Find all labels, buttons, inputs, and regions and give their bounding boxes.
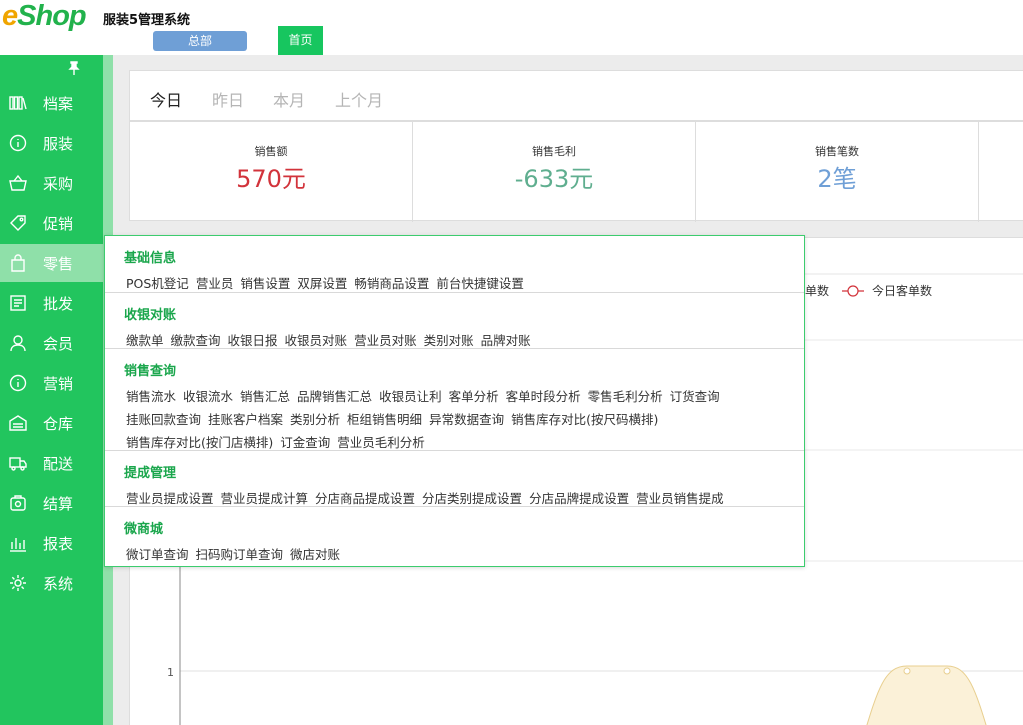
sidebar-item-label: 营销 xyxy=(43,375,74,393)
menu-item[interactable]: 微订单查询 xyxy=(126,543,189,566)
sidebar-item[interactable]: 报表 xyxy=(0,524,103,562)
sidebar-item-label: 档案 xyxy=(43,95,74,113)
menu-item[interactable]: 异常数据查询 xyxy=(429,408,504,431)
date-filter-bar: 今日 昨日 本月 上个月 xyxy=(129,70,1023,121)
menu-item[interactable]: 扫码购订单查询 xyxy=(196,543,284,566)
app-title: 服装5管理系统 xyxy=(103,13,191,28)
sidebar-item-label: 零售 xyxy=(43,255,74,273)
stat-title: 销售笔数 xyxy=(815,145,859,158)
sidebar-item[interactable]: 档案 xyxy=(0,84,103,122)
menu-item[interactable]: 收银流水 xyxy=(183,385,233,408)
sidebar: 档案服装采购促销零售批发会员营销仓库配送结算报表系统 xyxy=(0,55,103,725)
settle-icon xyxy=(9,494,27,512)
info-icon xyxy=(9,374,27,392)
stat-sales-amount: 销售额 570元 xyxy=(130,122,413,222)
bag-icon xyxy=(9,254,27,272)
stat-title: 销售毛利 xyxy=(532,145,576,158)
stat-gross-profit: 销售毛利 -633元 xyxy=(413,122,696,222)
menu-item[interactable]: 客单时段分析 xyxy=(506,385,581,408)
menu-item[interactable]: 销售库存对比(按尺码横排) xyxy=(511,408,658,431)
menu-item[interactable]: 销售汇总 xyxy=(240,385,290,408)
menu-item[interactable]: 品牌销售汇总 xyxy=(297,385,372,408)
legend-today-label[interactable]: 今日客单数 xyxy=(872,283,932,298)
menu-item[interactable]: 挂账客户档案 xyxy=(208,408,283,431)
gear-icon xyxy=(9,574,27,592)
data-point[interactable] xyxy=(903,667,911,675)
menu-item[interactable]: 客单分析 xyxy=(449,385,499,408)
date-tab-last-month[interactable]: 上个月 xyxy=(335,87,383,111)
menu-item[interactable]: 订货查询 xyxy=(670,385,720,408)
sidebar-item[interactable]: 服装 xyxy=(0,124,103,162)
menu-item[interactable]: 挂账回款查询 xyxy=(126,408,201,431)
sidebar-item-label: 促销 xyxy=(43,215,74,233)
tab-home[interactable]: 首页 xyxy=(278,26,323,55)
sidebar-item-label: 批发 xyxy=(43,295,74,313)
data-point[interactable] xyxy=(943,667,951,675)
sidebar-item-label: 系统 xyxy=(43,575,74,593)
menu-item[interactable]: 销售流水 xyxy=(126,385,176,408)
basket-icon xyxy=(9,174,27,192)
info-icon xyxy=(9,134,27,152)
menu-item[interactable]: 微店对账 xyxy=(290,543,340,566)
sidebar-item-label: 仓库 xyxy=(43,415,74,433)
date-tab-yesterday[interactable]: 昨日 xyxy=(212,87,244,111)
menu-section-commission: 提成管理 营业员提成设置 营业员提成计算 分店商品提成设置 分店类别提成设置 分店品牌提… xyxy=(105,450,804,506)
today-area xyxy=(866,665,987,725)
stat-value: -633元 xyxy=(514,165,594,193)
stats-row: 销售额 570元 销售毛利 -633元 销售笔数 2笔 xyxy=(129,121,1023,222)
sidebar-item-label: 报表 xyxy=(43,535,74,553)
y-tick-label: 1 xyxy=(167,666,174,679)
stat-title: 销售额 xyxy=(254,145,288,158)
sidebar-item[interactable]: 仓库 xyxy=(0,404,103,442)
sidebar-item-label: 服装 xyxy=(43,135,74,153)
menu-section-micro-mall: 微商城 微订单查询 扫码购订单查询 微店对账 xyxy=(105,506,804,566)
sidebar-item-label: 会员 xyxy=(43,335,74,353)
menu-section-sales-query: 销售查询 销售流水 收银流水 销售汇总 品牌销售汇总 收银员让利 客单分析 客单时段分析 零售… xyxy=(105,348,804,450)
date-tab-this-month[interactable]: 本月 xyxy=(273,87,305,111)
sidebar-item-label: 配送 xyxy=(43,455,74,473)
truck-icon xyxy=(9,454,27,472)
sidebar-item[interactable]: 营销 xyxy=(0,364,103,402)
archive-icon xyxy=(9,94,27,112)
sidebar-item[interactable]: 采购 xyxy=(0,164,103,202)
section-title: 收银对账 xyxy=(124,308,177,323)
sidebar-item[interactable]: 结算 xyxy=(0,484,103,522)
sidebar-item[interactable]: 配送 xyxy=(0,444,103,482)
chart-icon xyxy=(9,534,27,552)
section-title: 微商城 xyxy=(124,522,164,537)
sidebar-item-label: 结算 xyxy=(43,495,74,513)
date-tab-today[interactable]: 今日 xyxy=(150,87,182,111)
section-title: 提成管理 xyxy=(124,466,177,481)
warehouse-icon xyxy=(9,414,27,432)
sidebar-item[interactable]: 系统 xyxy=(0,564,103,602)
user-icon xyxy=(9,334,27,352)
stat-sales-count: 销售笔数 2笔 xyxy=(696,122,979,222)
section-title: 基础信息 xyxy=(124,251,177,266)
legend-today-marker[interactable] xyxy=(847,285,859,297)
eshop-logo: eShop xyxy=(2,0,87,32)
sidebar-item[interactable]: 会员 xyxy=(0,324,103,362)
tag-icon xyxy=(9,214,27,232)
menu-section-cash-reconciliation: 收银对账 缴款单 缴款查询 收银日报 收银员对账 营业员对账 类别对账 品牌对账 xyxy=(105,292,804,349)
retail-submenu: 基础信息 POS机登记 营业员 销售设置 双屏设置 畅销商品设置 前台快捷键设置 收银对账… xyxy=(104,235,805,567)
menu-item[interactable]: 柜组销售明细 xyxy=(347,408,422,431)
sidebar-item[interactable]: 批发 xyxy=(0,284,103,322)
menu-section-basic-info: 基础信息 POS机登记 营业员 销售设置 双屏设置 畅销商品设置 前台快捷键设置 xyxy=(105,236,804,293)
legend-partial-label: 单数 xyxy=(805,283,829,298)
section-title: 销售查询 xyxy=(124,364,177,379)
pin-icon[interactable] xyxy=(68,61,80,79)
menu-item[interactable]: 类别分析 xyxy=(290,408,340,431)
sidebar-item[interactable]: 促销 xyxy=(0,204,103,242)
menu-item[interactable]: 收银员让利 xyxy=(379,385,442,408)
sidebar-item-label: 采购 xyxy=(43,175,74,193)
receipt-icon xyxy=(9,294,27,312)
menu-item[interactable]: 零售毛利分析 xyxy=(588,385,663,408)
stat-value: 570元 xyxy=(236,165,306,193)
header: eShop 服装5管理系统 总部 首页 xyxy=(0,0,1023,55)
sidebar-item[interactable]: 零售 xyxy=(0,244,103,282)
stat-value: 2笔 xyxy=(817,165,857,193)
headquarters-button[interactable]: 总部 xyxy=(153,31,247,51)
